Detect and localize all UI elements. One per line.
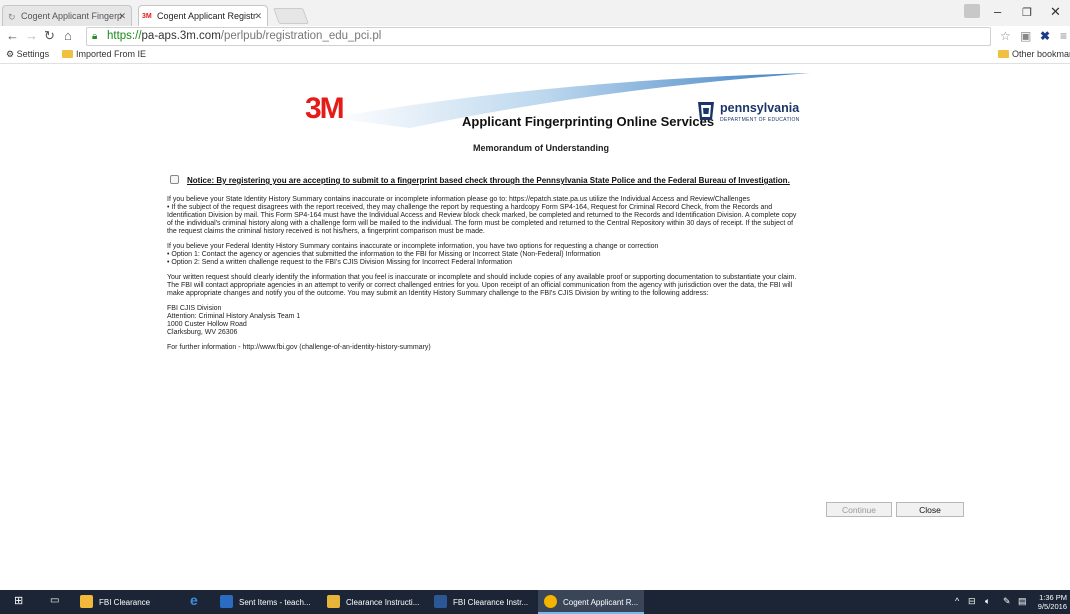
3m-logo: 3M	[305, 92, 345, 125]
taskbar-item-clearance-instructions[interactable]: Clearance Instructi...	[327, 595, 419, 608]
pen-icon[interactable]: ✎	[1003, 596, 1011, 607]
bookmark-other[interactable]: Other bookmarks	[998, 49, 1070, 59]
outlook-icon	[220, 595, 233, 608]
tab-label: Cogent Applicant Registr	[157, 11, 257, 21]
star-icon[interactable]: ☆	[1000, 29, 1011, 43]
pennsylvania-logo-text: pennsylvania	[720, 101, 800, 115]
written-request-paragraph: Your written request should clearly iden…	[167, 274, 797, 297]
gear-icon: ⚙	[6, 49, 15, 59]
network-icon[interactable]: ⊟	[968, 596, 976, 607]
memo-body: If you believe your State Identity Histo…	[167, 196, 912, 359]
tab-label: Cogent Applicant Fingerp	[21, 11, 123, 21]
url-scheme: https://	[107, 30, 142, 42]
maximize-icon[interactable]: ❐	[1022, 6, 1032, 19]
minimize-icon[interactable]: –	[994, 4, 1001, 19]
accept-checkbox[interactable]	[170, 175, 179, 184]
windows-start-icon[interactable]: ⊞	[14, 594, 23, 607]
back-icon[interactable]: ←	[6, 28, 19, 43]
fbi-address: FBI CJIS Division Attention: Criminal Hi…	[167, 305, 301, 336]
bookmark-imported-from-ie[interactable]: Imported From IE	[62, 49, 146, 59]
tray-chevron-icon[interactable]: ^	[955, 596, 959, 606]
federal-paragraph: If you believe your Federal Identity His…	[167, 243, 659, 266]
memo-title: Memorandum of Understanding	[473, 143, 610, 153]
address-toolbar: ← → ↻ ⌂ 🔒︎ https://pa-aps.3m.com/perlpub…	[0, 26, 1070, 47]
further-information: For further information - http://www.fbi…	[167, 344, 431, 351]
browser-tab-bar: ↻ Cogent Applicant Fingerp ✕ 3M Cogent A…	[0, 0, 1070, 26]
close-tab-icon[interactable]: ✕	[118, 11, 126, 22]
folder-icon	[80, 595, 93, 608]
extension-icon[interactable]: ▣	[1020, 29, 1031, 43]
pennsylvania-dept-text: DEPARTMENT OF EDUCATION	[720, 117, 800, 123]
bookmarks-bar: ⚙ Settings Imported From IE Other bookma…	[0, 47, 1070, 64]
taskbar-item-fbi-clearance-instr[interactable]: FBI Clearance Instr...	[434, 595, 528, 608]
menu-icon[interactable]: ≡	[1060, 29, 1067, 43]
edge-browser-icon[interactable]: e	[190, 592, 198, 608]
refresh-favicon-icon: ↻	[8, 12, 16, 22]
lock-icon: 🔒︎	[92, 31, 98, 42]
mail-icon	[327, 595, 340, 608]
page-title: Applicant Fingerprinting Online Services	[462, 114, 715, 129]
extension-x-icon[interactable]: ✖	[1040, 29, 1050, 43]
url-path: /perlpub/registration_edu_pci.pl	[220, 30, 382, 42]
page-header: 3M Applicant Fingerprinting Online Servi…	[290, 70, 820, 160]
url-host: pa-aps.3m.com	[141, 30, 221, 42]
volume-icon[interactable]: 🔈︎	[985, 596, 990, 607]
taskbar-item-sent-items[interactable]: Sent Items - teach...	[220, 595, 311, 608]
notice-text: Notice: By registering you are accepting…	[187, 176, 790, 185]
reload-icon[interactable]: ↻	[44, 28, 55, 44]
taskbar: ⊞ ▭ FBI Clearance e Sent Items - teach..…	[0, 590, 1070, 614]
tab-cogent-registration[interactable]: 3M Cogent Applicant Registr ✕	[138, 5, 268, 26]
home-icon[interactable]: ⌂	[64, 28, 72, 43]
taskbar-item-cogent-applicant[interactable]: Cogent Applicant R...	[544, 595, 638, 608]
close-button[interactable]: Close	[896, 502, 964, 517]
system-clock[interactable]: 1:36 PM 9/5/2016	[1038, 593, 1067, 611]
clock-time: 1:36 PM	[1039, 593, 1067, 602]
clock-date: 9/5/2016	[1037, 602, 1067, 611]
folder-icon	[62, 50, 73, 58]
chrome-icon	[544, 595, 557, 608]
user-profile-icon[interactable]	[964, 4, 980, 18]
continue-button[interactable]: Continue	[826, 502, 892, 517]
action-center-icon[interactable]: ▤	[1018, 596, 1027, 607]
3m-favicon-icon: 3M	[142, 13, 152, 20]
pennsylvania-keystone-icon	[698, 102, 714, 120]
close-window-icon[interactable]: ✕	[1050, 4, 1061, 20]
taskbar-item-fbi-clearance[interactable]: FBI Clearance	[80, 595, 150, 608]
url-input[interactable]: 🔒︎ https://pa-aps.3m.com/perlpub/registr…	[86, 27, 991, 46]
notice-row: Notice: By registering you are accepting…	[170, 175, 790, 185]
task-view-icon[interactable]: ▭	[50, 595, 59, 606]
bookmark-settings[interactable]: ⚙ Settings	[6, 49, 49, 60]
word-icon	[434, 595, 447, 608]
folder-icon	[998, 50, 1009, 58]
forward-icon[interactable]: →	[25, 28, 38, 43]
tab-cogent-fingerprint[interactable]: ↻ Cogent Applicant Fingerp ✕	[2, 5, 132, 26]
close-tab-icon[interactable]: ✕	[254, 11, 262, 22]
state-paragraph: If you believe your State Identity Histo…	[167, 196, 797, 235]
new-tab-button[interactable]	[273, 8, 309, 24]
